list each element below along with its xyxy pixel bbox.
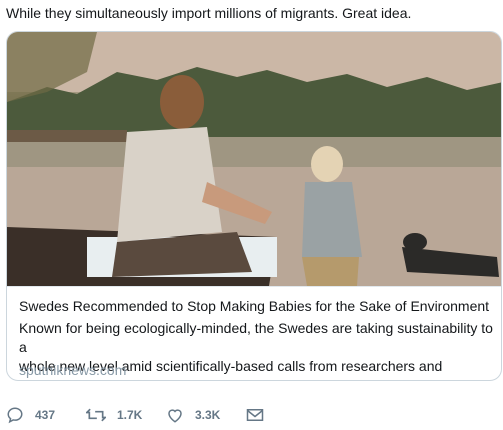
card-meta[interactable]: Swedes Recommended to Stop Making Babies… — [7, 286, 501, 380]
message-button[interactable] — [246, 404, 264, 426]
reply-count: 437 — [35, 408, 56, 422]
retweet-count: 1.7K — [117, 408, 143, 422]
envelope-icon — [246, 407, 264, 423]
like-count: 3.3K — [195, 408, 221, 422]
card-domain[interactable]: sputniknews.com — [19, 361, 126, 379]
link-card[interactable]: Swedes Recommended to Stop Making Babies… — [6, 31, 502, 381]
retweet-button[interactable]: 1.7K — [86, 404, 142, 426]
reply-icon — [6, 406, 24, 424]
like-button[interactable]: 3.3K — [166, 404, 220, 426]
tweet-text: While they simultaneously import million… — [6, 5, 412, 21]
reply-button[interactable]: 437 — [6, 404, 55, 426]
lake-photo — [7, 32, 501, 286]
heart-icon — [166, 406, 184, 424]
tweet-actions: 437 1.7K 3.3K — [6, 404, 306, 426]
card-title[interactable]: Swedes Recommended to Stop Making Babies… — [19, 297, 493, 315]
card-description-line: Known for being ecologically-minded, the… — [19, 320, 493, 355]
card-image[interactable] — [7, 32, 501, 286]
retweet-icon — [86, 406, 106, 424]
